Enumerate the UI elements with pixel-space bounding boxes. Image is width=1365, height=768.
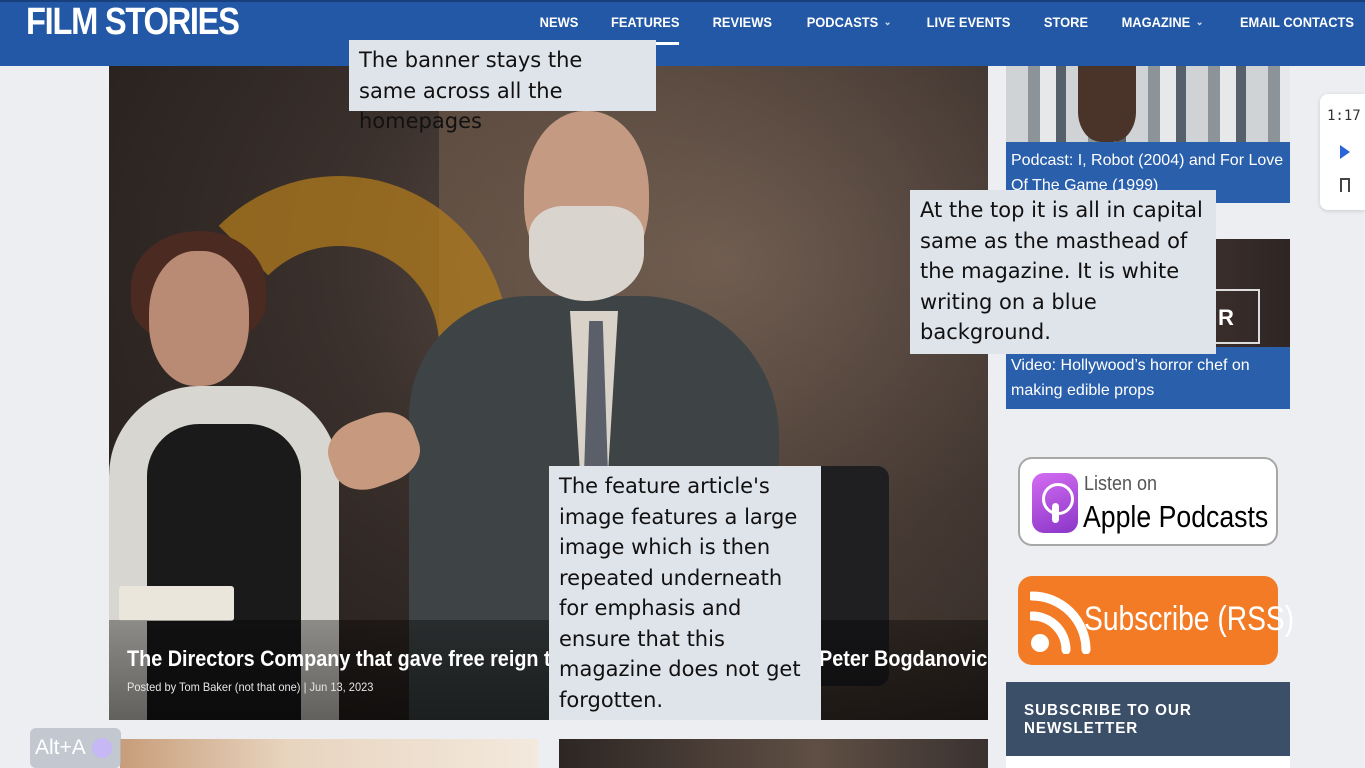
newsletter-widget: SUBSCRIBE TO OUR NEWSLETTER xyxy=(1006,682,1290,768)
bookmark-icon[interactable] xyxy=(1340,178,1350,196)
nav-label: REVIEWS xyxy=(712,14,773,30)
nav-podcasts[interactable]: PODCASTS ⌄ xyxy=(807,14,892,30)
posted-by-label: Posted by xyxy=(127,680,177,694)
hero-meta: Posted by Tom Baker (not that one) | Jun… xyxy=(127,680,373,694)
nav-store[interactable]: STORE xyxy=(1044,14,1088,30)
nav-reviews[interactable]: REVIEWS xyxy=(713,14,772,30)
chevron-down-icon: ⌄ xyxy=(1195,16,1204,28)
nav-label: FEATURES xyxy=(610,14,680,30)
apple-badge-small-text: Listen on xyxy=(1084,473,1158,495)
annotation-note: The banner stays the same across all the… xyxy=(349,40,656,133)
play-icon[interactable] xyxy=(1340,145,1350,159)
post-date: Jun 13, 2023 xyxy=(309,680,374,694)
sidebar-card-image xyxy=(1006,66,1290,142)
nav-news[interactable]: NEWS xyxy=(539,14,578,30)
audio-widget: 1:17 xyxy=(1320,94,1365,210)
article-card-thumbnail[interactable] xyxy=(120,739,538,768)
rss-icon xyxy=(1030,591,1091,654)
annotation-note: At the top it is all in capital same as … xyxy=(910,190,1216,354)
site-logo[interactable]: FILM STORIES xyxy=(26,2,240,42)
nav-label: LIVE EVENTS xyxy=(926,14,1011,30)
hero-figure-head xyxy=(149,251,249,386)
hero-papers xyxy=(119,586,234,621)
newsletter-form-area[interactable] xyxy=(1006,756,1290,768)
annotation-note: The feature article's image features a l… xyxy=(549,466,821,720)
nav-label: NEWS xyxy=(539,14,579,30)
sidebar-card-podcast[interactable]: Podcast: I, Robot (2004) and For Love Of… xyxy=(1006,66,1290,203)
nav-features[interactable]: FEATURES xyxy=(610,14,680,45)
article-card-thumbnail[interactable] xyxy=(559,739,988,768)
subscribe-rss-button[interactable]: Subscribe (RSS) xyxy=(1018,576,1294,665)
main-nav: NEWS FEATURES REVIEWS PODCASTS ⌄ LIVE EVE… xyxy=(538,2,1359,45)
nav-email-contacts[interactable]: EMAIL CONTACTS xyxy=(1240,14,1354,30)
hero-figure-beard xyxy=(529,206,644,301)
author-link[interactable]: Tom Baker (not that one) xyxy=(179,680,301,694)
nav-label: MAGAZINE xyxy=(1121,14,1191,30)
rss-label: Subscribe (RSS) xyxy=(1084,600,1295,638)
shortcut-label: Alt+A xyxy=(35,736,86,759)
frame-letter: R xyxy=(1218,305,1234,330)
apple-podcasts-icon xyxy=(1032,473,1078,533)
site-header: FILM STORIES NEWS FEATURES REVIEWS PODCA… xyxy=(0,0,1365,66)
audio-time: 1:17 xyxy=(1327,108,1361,124)
meta-separator: | xyxy=(303,680,307,694)
nav-live-events[interactable]: LIVE EVENTS xyxy=(927,14,1011,30)
shortcut-pill[interactable]: Alt+A xyxy=(30,728,121,768)
newsletter-title: SUBSCRIBE TO OUR NEWSLETTER xyxy=(1024,702,1192,737)
nav-label: PODCASTS xyxy=(806,14,879,30)
sidebar-card-caption[interactable]: Video: Hollywood’s horror chef on making… xyxy=(1006,347,1290,409)
nav-magazine[interactable]: MAGAZINE ⌄ xyxy=(1122,14,1204,30)
chevron-down-icon: ⌄ xyxy=(883,16,892,28)
sidebar-card-image-figure xyxy=(1078,66,1136,142)
apple-badge-big-text: Apple Podcasts xyxy=(1083,499,1269,534)
assistant-icon xyxy=(92,738,112,758)
apple-podcasts-button[interactable]: Listen on Apple Podcasts xyxy=(1018,457,1278,546)
nav-label: STORE xyxy=(1043,14,1089,30)
nav-label: EMAIL CONTACTS xyxy=(1240,14,1355,30)
